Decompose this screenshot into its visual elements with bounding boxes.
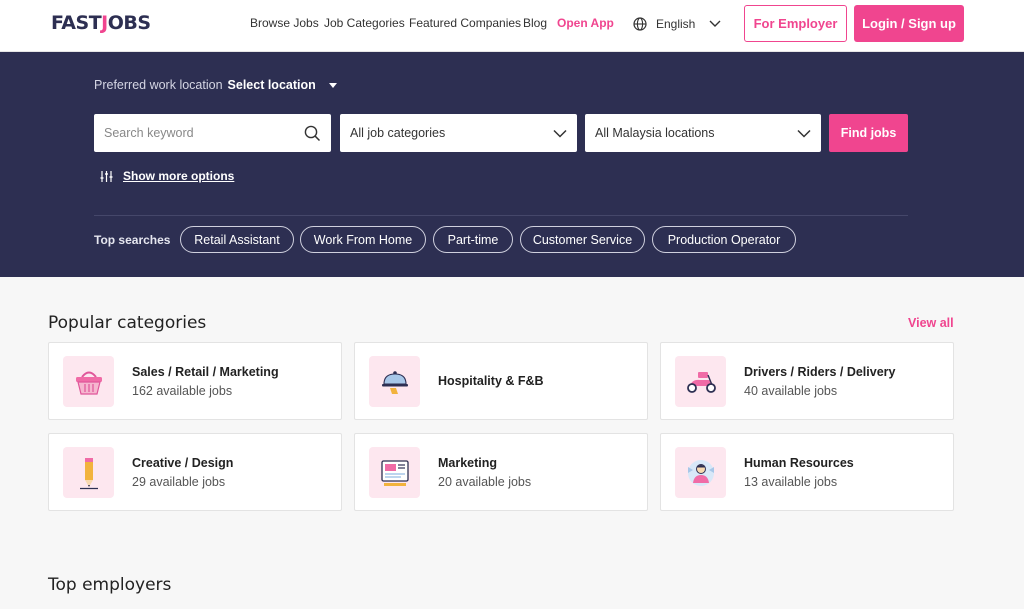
preferred-location-label: Preferred work location — [94, 78, 223, 92]
logo-text: FASTJOBS — [51, 12, 151, 34]
globe-icon — [633, 17, 647, 31]
category-count: 40 available jobs — [744, 384, 838, 398]
language-selector[interactable]: English — [633, 14, 730, 34]
category-card-human-resources[interactable]: Human Resources 13 available jobs — [660, 433, 954, 511]
top-search-chip[interactable]: Retail Assistant — [180, 226, 294, 253]
nav-browse-jobs[interactable]: Browse Jobs — [250, 16, 319, 30]
category-card-sales[interactable]: Sales / Retail / Marketing 162 available… — [48, 342, 342, 420]
find-jobs-button[interactable]: Find jobs — [829, 114, 908, 152]
location-value: All Malaysia locations — [595, 126, 715, 140]
for-employer-button[interactable]: For Employer — [744, 5, 847, 42]
pencil-icon — [63, 447, 114, 498]
category-card-creative[interactable]: Creative / Design 29 available jobs — [48, 433, 342, 511]
search-input[interactable] — [104, 126, 304, 140]
search-field[interactable] — [94, 114, 331, 152]
category-card-hospitality[interactable]: Hospitality & F&B — [354, 342, 648, 420]
nav-blog[interactable]: Blog — [523, 16, 547, 30]
category-title: Hospitality & F&B — [438, 374, 544, 388]
top-search-chip[interactable]: Part-time — [433, 226, 513, 253]
billboard-icon — [369, 447, 420, 498]
popular-categories-title: Popular categories — [48, 313, 207, 333]
view-all-link[interactable]: View all — [908, 316, 954, 330]
category-title: Sales / Retail / Marketing — [132, 365, 279, 379]
category-card-marketing[interactable]: Marketing 20 available jobs — [354, 433, 648, 511]
chevron-down-icon — [709, 20, 721, 27]
job-category-select[interactable]: All job categories — [340, 114, 577, 152]
category-count: 13 available jobs — [744, 475, 838, 489]
top-searches-label: Top searches — [94, 233, 171, 247]
category-title: Creative / Design — [132, 456, 234, 470]
search-icon[interactable] — [304, 125, 321, 142]
cloche-icon — [369, 356, 420, 407]
job-category-value: All job categories — [350, 126, 446, 140]
category-title: Human Resources — [744, 456, 854, 470]
top-search-chip[interactable]: Customer Service — [520, 226, 645, 253]
person-icon — [675, 447, 726, 498]
nav-open-app[interactable]: Open App — [557, 16, 614, 30]
location-select[interactable]: All Malaysia locations — [585, 114, 821, 152]
top-search-chip[interactable]: Work From Home — [300, 226, 426, 253]
top-employers-title: Top employers — [48, 575, 172, 595]
scooter-icon — [675, 356, 726, 407]
login-signup-button[interactable]: Login / Sign up — [854, 5, 964, 42]
category-card-drivers[interactable]: Drivers / Riders / Delivery 40 available… — [660, 342, 954, 420]
show-more-options-label: Show more options — [123, 169, 235, 183]
top-search-chip[interactable]: Production Operator — [652, 226, 796, 253]
hero-divider — [94, 215, 908, 216]
category-count: 162 available jobs — [132, 384, 233, 398]
nav-job-categories[interactable]: Job Categories — [324, 16, 405, 30]
category-title: Drivers / Riders / Delivery — [744, 365, 896, 379]
category-title: Marketing — [438, 456, 498, 470]
fastjobs-logo[interactable]: FASTJOBS — [51, 12, 151, 38]
show-more-options[interactable]: Show more options — [100, 169, 234, 183]
search-hero: Preferred work location Select location … — [0, 52, 1024, 277]
filter-sliders-icon — [100, 170, 113, 182]
preferred-location: Preferred work location Select location — [94, 78, 337, 92]
chevron-down-icon — [553, 129, 567, 138]
basket-icon — [63, 356, 114, 407]
caret-down-icon[interactable] — [328, 82, 337, 88]
site-header: FASTJOBS Browse Jobs Job Categories Feat… — [0, 0, 1024, 52]
nav-featured-companies[interactable]: Featured Companies — [409, 16, 521, 30]
chevron-down-icon — [797, 129, 811, 138]
category-count: 29 available jobs — [132, 475, 226, 489]
category-count: 20 available jobs — [438, 475, 532, 489]
language-label: English — [656, 17, 696, 31]
select-location-dropdown[interactable]: Select location — [228, 78, 316, 92]
